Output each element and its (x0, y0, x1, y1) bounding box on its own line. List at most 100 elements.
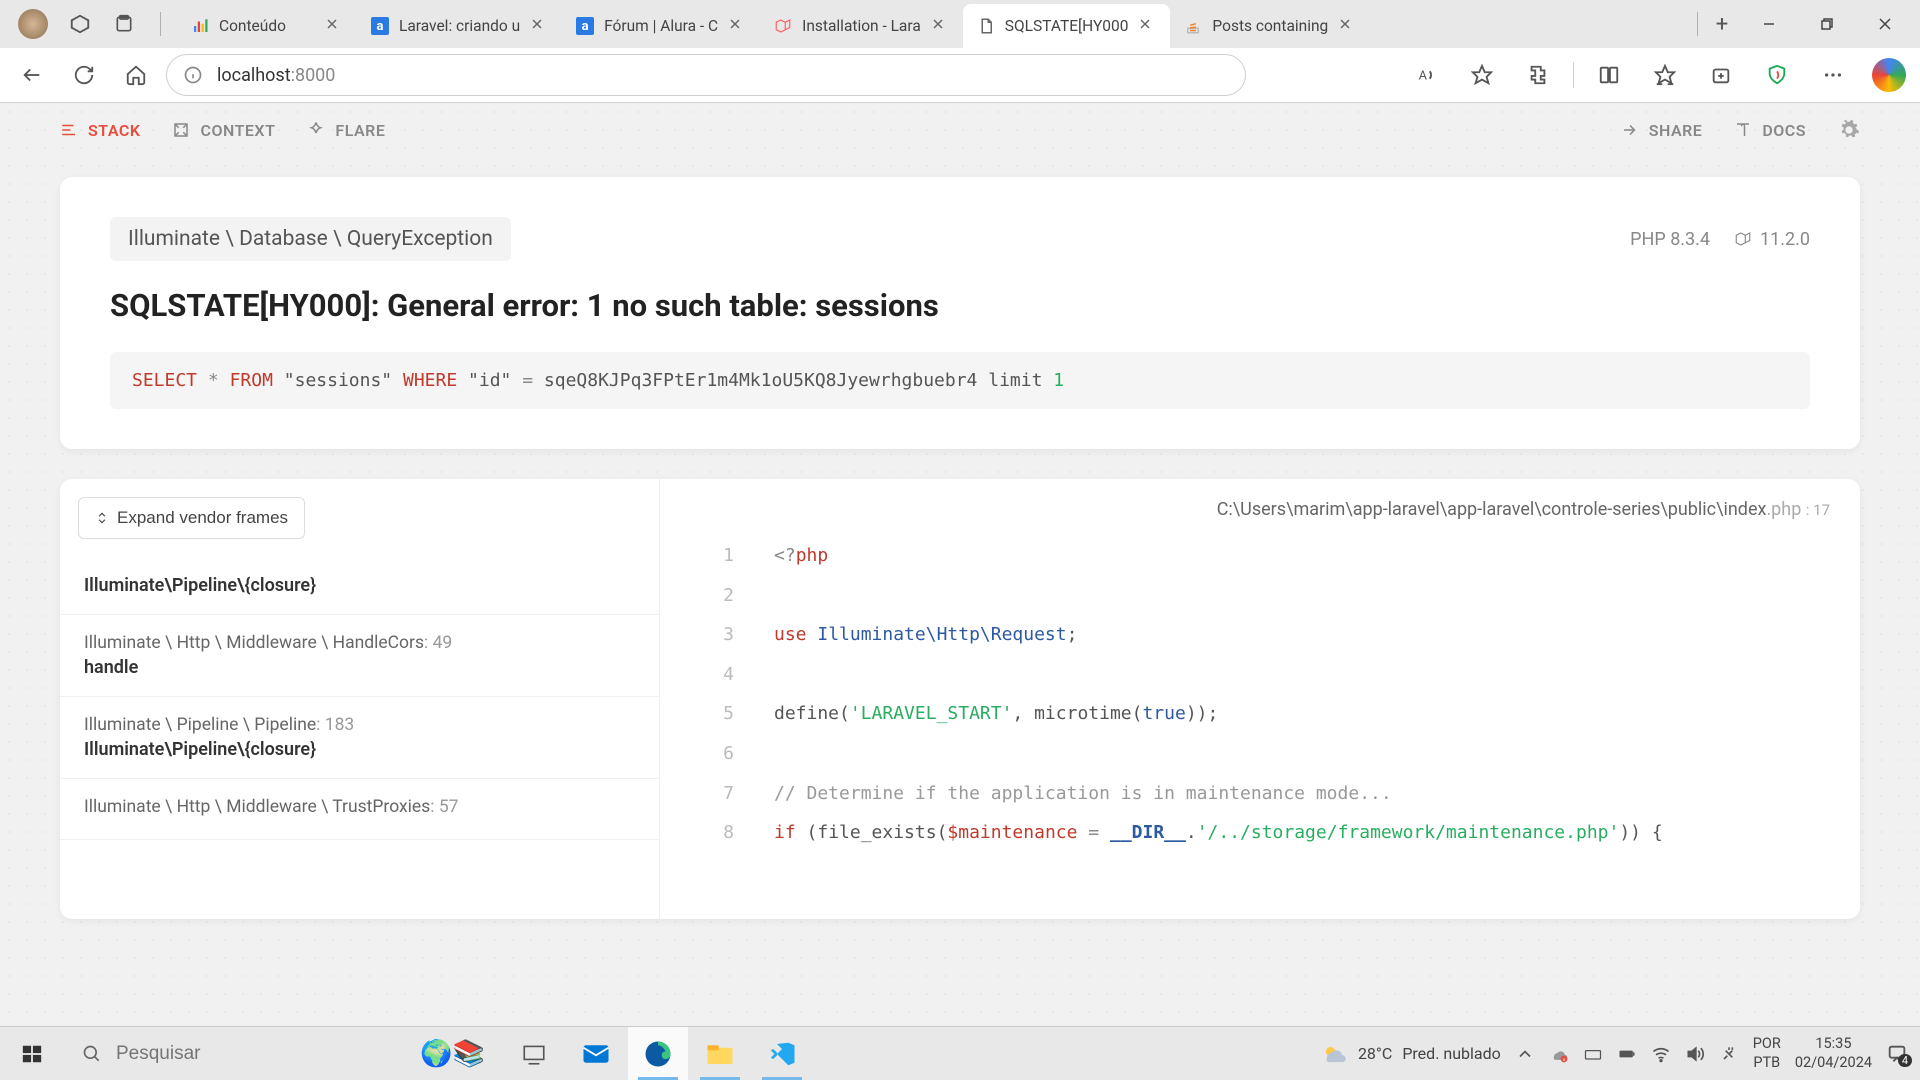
svg-text:A: A (1419, 69, 1428, 84)
volume-icon[interactable] (1685, 1044, 1705, 1064)
minimize-button[interactable] (1742, 4, 1796, 44)
nav-docs[interactable]: DOCS (1734, 121, 1806, 140)
title-bar: Conteúdo a Laravel: criando u a Fórum | … (0, 0, 1920, 48)
collections-icon[interactable] (1700, 54, 1742, 96)
code-line: 4 (690, 655, 1830, 695)
tab-close-icon[interactable] (530, 17, 548, 35)
browser-chrome: Conteúdo a Laravel: criando u a Fórum | … (0, 0, 1920, 103)
expand-label: Expand vendor frames (117, 508, 288, 528)
nav-share[interactable]: SHARE (1621, 121, 1703, 140)
edge-app[interactable] (628, 1027, 688, 1080)
code-column: C:\Users\marim\app-laravel\app-laravel\c… (660, 479, 1860, 919)
new-tab-button[interactable]: + (1704, 6, 1740, 42)
nav-stack[interactable]: STACK (60, 121, 140, 140)
nav-flare-label: FLARE (335, 121, 385, 140)
copilot-icon[interactable] (1868, 54, 1910, 96)
page-content: STACK CONTEXT FLARE SHARE DOCS Illuminat… (0, 103, 1920, 1027)
nav-bar: localhost:8000 A (0, 48, 1920, 102)
php-version: PHP 8.3.4 (1630, 229, 1710, 250)
read-aloud-icon[interactable]: A (1405, 54, 1447, 96)
browser-tab[interactable]: a Fórum | Alura - C (562, 4, 760, 48)
home-button[interactable] (114, 53, 158, 97)
error-card: Illuminate \ Database \ QueryException P… (60, 177, 1860, 449)
settings-icon[interactable] (1838, 119, 1860, 141)
language-indicator[interactable]: POR PTB (1753, 1035, 1781, 1073)
clock[interactable]: 15:35 02/04/2024 (1795, 1035, 1872, 1073)
code-viewer: 1<?php23use Illuminate\Http\Request;45de… (690, 536, 1830, 853)
tab-favicon: a (576, 17, 594, 35)
browser-tab[interactable]: a Laravel: criando u (357, 4, 562, 48)
stack-frame[interactable]: Illuminate \ Pipeline \ Pipeline: 183Ill… (60, 697, 659, 779)
task-view-button[interactable] (504, 1027, 564, 1080)
tab-close-icon[interactable] (325, 17, 343, 35)
laravel-version: 11.2.0 (1734, 229, 1810, 250)
expand-vendor-frames-button[interactable]: Expand vendor frames (78, 497, 305, 539)
close-window-button[interactable] (1858, 4, 1912, 44)
workspaces-icon[interactable] (68, 12, 92, 36)
explorer-app[interactable] (690, 1027, 750, 1080)
plugged-icon[interactable] (1719, 1044, 1739, 1064)
version-info: PHP 8.3.4 11.2.0 (1630, 229, 1810, 250)
weather-widget[interactable]: 28°C Pred. nublado (1320, 1040, 1501, 1068)
back-button[interactable] (10, 53, 54, 97)
tab-title: SQLSTATE[HY000 (1005, 17, 1129, 35)
profile-avatar[interactable] (18, 9, 48, 39)
weather-desc: Pred. nublado (1402, 1044, 1500, 1063)
mail-app[interactable] (566, 1027, 626, 1080)
browser-tab[interactable]: Installation - Lara (760, 4, 963, 48)
stack-frame[interactable]: Illuminate \ Http \ Middleware \ TrustPr… (60, 779, 659, 840)
vscode-app[interactable] (752, 1027, 812, 1080)
search-input[interactable] (116, 1043, 406, 1065)
favorite-icon[interactable] (1461, 54, 1503, 96)
browser-tab[interactable]: SQLSTATE[HY000 (963, 4, 1171, 48)
tabs-container: Conteúdo a Laravel: criando u a Fórum | … (177, 0, 1691, 48)
code-line: 3use Illuminate\Http\Request; (690, 615, 1830, 655)
tab-title: Fórum | Alura - C (604, 17, 718, 35)
tab-close-icon[interactable] (728, 17, 746, 35)
weather-temp: 28°C (1358, 1044, 1392, 1063)
code-line: 5define('LARAVEL_START', microtime(true)… (690, 694, 1830, 734)
nav-flare[interactable]: FLARE (307, 121, 385, 140)
tab-title: Laravel: criando u (399, 17, 520, 35)
tab-favicon (1184, 17, 1202, 35)
browser-tab[interactable]: Conteúdo (177, 4, 357, 48)
frame-method: Illuminate\Pipeline\{closure} (84, 739, 635, 760)
start-button[interactable] (0, 1027, 64, 1080)
taskbar-search[interactable]: 🌍📚 (64, 1027, 504, 1080)
keyboard-icon[interactable] (1583, 1044, 1603, 1064)
notif-count: 4 (1898, 1054, 1912, 1067)
address-bar[interactable]: localhost:8000 (166, 54, 1246, 96)
stack-panel: Expand vendor frames Illuminate\Pipeline… (60, 479, 1860, 919)
browser-essentials-icon[interactable] (1756, 54, 1798, 96)
favorites-bar-icon[interactable] (1644, 54, 1686, 96)
browser-tab[interactable]: Posts containing (1170, 4, 1370, 48)
tab-favicon (774, 17, 792, 35)
code-line: 1<?php (690, 536, 1830, 576)
extensions-icon[interactable] (1517, 54, 1559, 96)
more-menu-icon[interactable] (1812, 54, 1854, 96)
nav-context[interactable]: CONTEXT (172, 121, 275, 140)
refresh-button[interactable] (62, 53, 106, 97)
maximize-button[interactable] (1800, 4, 1854, 44)
frame-path: Illuminate \ Http \ Middleware \ HandleC… (84, 633, 635, 653)
tab-title: Installation - Lara (802, 17, 921, 35)
split-screen-icon[interactable] (1588, 54, 1630, 96)
tab-close-icon[interactable] (1138, 17, 1156, 35)
stack-frame[interactable]: Illuminate \ Http \ Middleware \ HandleC… (60, 615, 659, 697)
chevron-up-icon[interactable] (1515, 1044, 1535, 1064)
notifications-button[interactable]: 4 (1886, 1043, 1908, 1065)
svg-text:×: × (1562, 1057, 1565, 1063)
battery-icon[interactable] (1617, 1044, 1637, 1064)
wifi-icon[interactable] (1651, 1044, 1671, 1064)
stack-frame[interactable]: Illuminate\Pipeline\{closure} (60, 557, 659, 615)
tab-actions-icon[interactable] (112, 12, 136, 36)
tab-close-icon[interactable] (931, 17, 949, 35)
system-tray[interactable]: × (1515, 1044, 1739, 1064)
onedrive-icon[interactable]: × (1549, 1044, 1569, 1064)
site-info-icon[interactable] (183, 65, 203, 85)
search-decoration-icon: 🌍📚 (420, 1039, 485, 1069)
tab-favicon (191, 17, 209, 35)
tab-close-icon[interactable] (1338, 17, 1356, 35)
code-line: 6 (690, 734, 1830, 774)
frame-method: handle (84, 657, 635, 678)
